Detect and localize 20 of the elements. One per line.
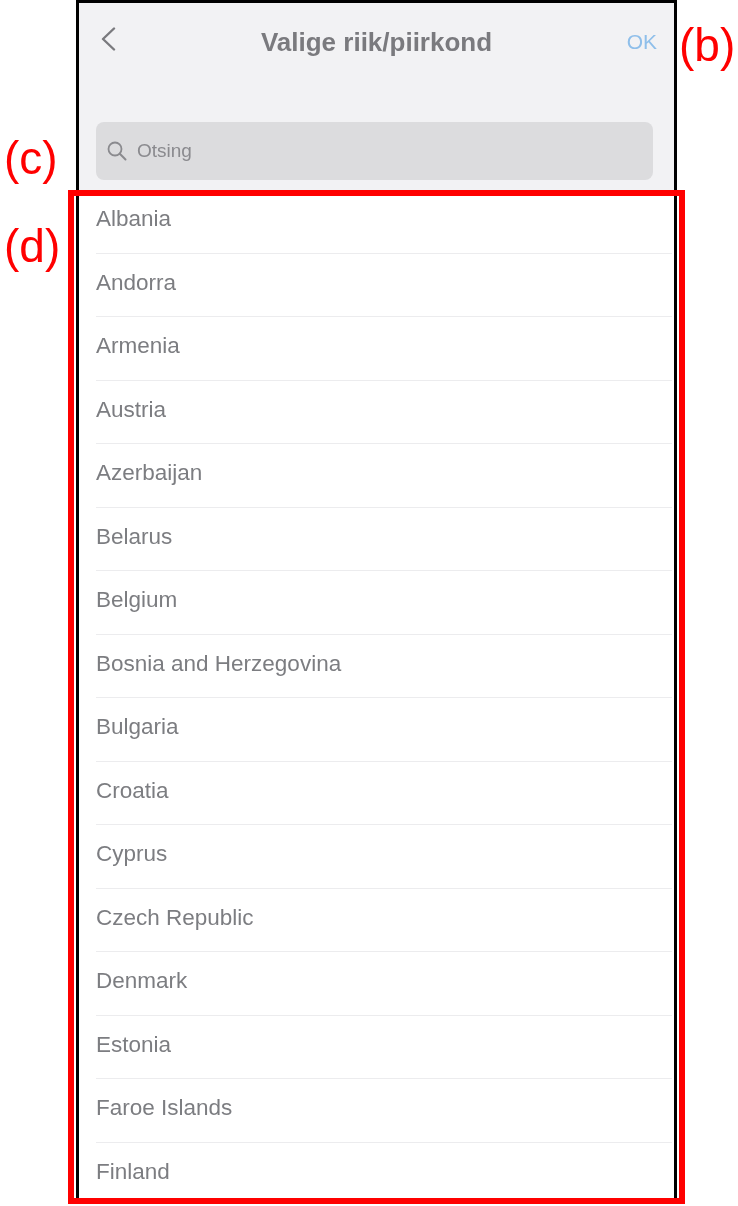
country-item[interactable]: Andorra [96, 253, 672, 317]
country-item[interactable]: Estonia [96, 1015, 672, 1079]
country-item[interactable]: Denmark [96, 952, 672, 1016]
country-item[interactable]: Cyprus [96, 825, 672, 889]
country-item[interactable]: Finland [96, 1142, 672, 1199]
search-field[interactable]: Otsing [96, 122, 653, 180]
country-item[interactable]: Belarus [96, 507, 672, 571]
page-title: Valige riik/piirkond [260, 26, 493, 58]
country-item[interactable]: Croatia [96, 761, 672, 825]
country-item[interactable]: Azerbaijan [96, 444, 672, 508]
country-item[interactable]: Austria [96, 380, 672, 444]
search-icon [107, 141, 127, 161]
country-item[interactable]: Bosnia and Herzegovina [96, 634, 672, 698]
country-item[interactable]: Albania [96, 190, 672, 254]
back-icon[interactable] [100, 27, 116, 51]
country-item[interactable]: Czech Republic [96, 888, 672, 952]
country-item[interactable]: Armenia [96, 317, 672, 381]
country-item[interactable]: Belgium [96, 571, 672, 635]
country-item[interactable]: Bulgaria [96, 698, 672, 762]
country-item[interactable]: Faroe Islands [96, 1079, 672, 1143]
